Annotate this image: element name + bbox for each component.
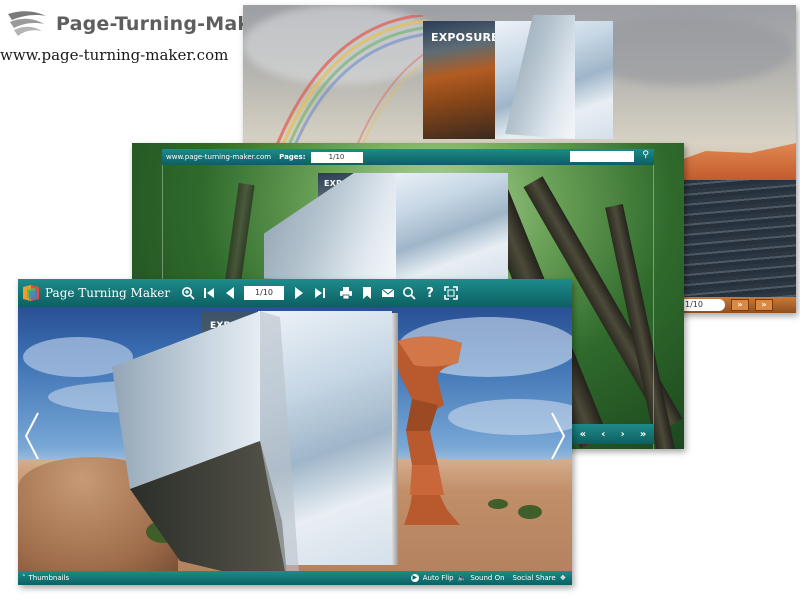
book-edge [392,313,398,565]
app-title: Page Turning Maker [45,286,171,300]
front-window-toolbar: Page Turning Maker 1/10 ? [18,279,572,307]
lake-image [683,180,796,300]
brand-logo: Page-Turning-Maker [6,8,272,40]
book-right-page [380,173,508,281]
auto-flip-label[interactable]: Auto Flip [423,574,454,582]
app-logo-icon [23,285,39,301]
chevron-up-icon: ˄ [22,574,26,582]
brand-url: www.page-turning-maker.com [0,46,229,64]
thumbnails-label: Thumbnails [28,574,70,582]
back-window-bottom-bar: 1/10 » » [683,297,796,313]
next-page-arrow[interactable] [548,411,568,461]
next-page-button[interactable]: » [731,299,749,311]
rock-pillar-image [396,336,462,525]
page-number-field[interactable]: 1/10 [244,286,284,300]
front-window-bottom-bar: ˄ Thumbnails ▶ Auto Flip 🔈 Sound On Soci… [18,571,572,585]
middle-window-nav-bar: « ‹ › » [572,424,654,444]
pages-label: Pages: [279,153,306,161]
middle-window-toolbar: www.page-turning-maker.com Pages: 1/10 ⚲ [162,149,654,165]
book-left-page: EXPOSURE [423,21,499,139]
shrub [518,505,542,519]
shrub [488,499,508,509]
sound-label[interactable]: Sound On [470,574,504,582]
page-number-field[interactable]: 1/10 [683,299,725,311]
next-page-icon[interactable] [289,283,309,303]
last-page-icon[interactable] [310,283,330,303]
social-share-label[interactable]: Social Share [513,574,556,582]
cover-title: EXPOSURE [431,31,499,44]
zoom-in-icon[interactable] [178,283,198,303]
first-page-icon[interactable] [199,283,219,303]
email-icon[interactable] [378,283,398,303]
brand-name: Page-Turning-Maker [56,13,273,35]
prev-page-icon[interactable] [220,283,240,303]
fullscreen-icon[interactable] [441,283,461,303]
page-swoosh-icon [8,11,46,36]
search-input[interactable] [570,151,634,162]
first-page-button[interactable]: « [580,429,586,440]
prev-page-arrow[interactable] [22,411,42,461]
thumbnails-button[interactable]: ˄ Thumbnails [22,574,69,582]
social-share-icon[interactable]: ❖ [560,574,566,582]
mesa-image [683,143,796,183]
bottom-bar-right: ▶ Auto Flip 🔈 Sound On Social Share ❖ [407,574,566,582]
page-number-field[interactable]: 1/10 [310,151,363,163]
last-page-button[interactable]: » [755,299,773,311]
search-icon[interactable]: ⚲ [642,150,649,160]
product-showcase: Page-Turning-Maker www.page-turning-make… [0,0,800,600]
print-icon[interactable] [336,283,356,303]
next-page-button[interactable]: › [621,429,625,440]
last-page-button[interactable]: » [640,429,646,440]
page-curl[interactable] [110,311,300,585]
help-icon[interactable]: ? [420,283,440,303]
search-icon[interactable] [399,283,419,303]
sound-icon[interactable]: 🔈 [458,574,467,582]
flipbook-window-canyon: EXPOSURE [18,279,572,585]
toolbar-buttons: 1/10 ? [177,283,462,303]
bookmark-icon[interactable] [357,283,377,303]
auto-flip-icon[interactable]: ▶ [410,574,419,582]
site-label: www.page-turning-maker.com [166,153,272,161]
prev-page-button[interactable]: ‹ [601,429,605,440]
